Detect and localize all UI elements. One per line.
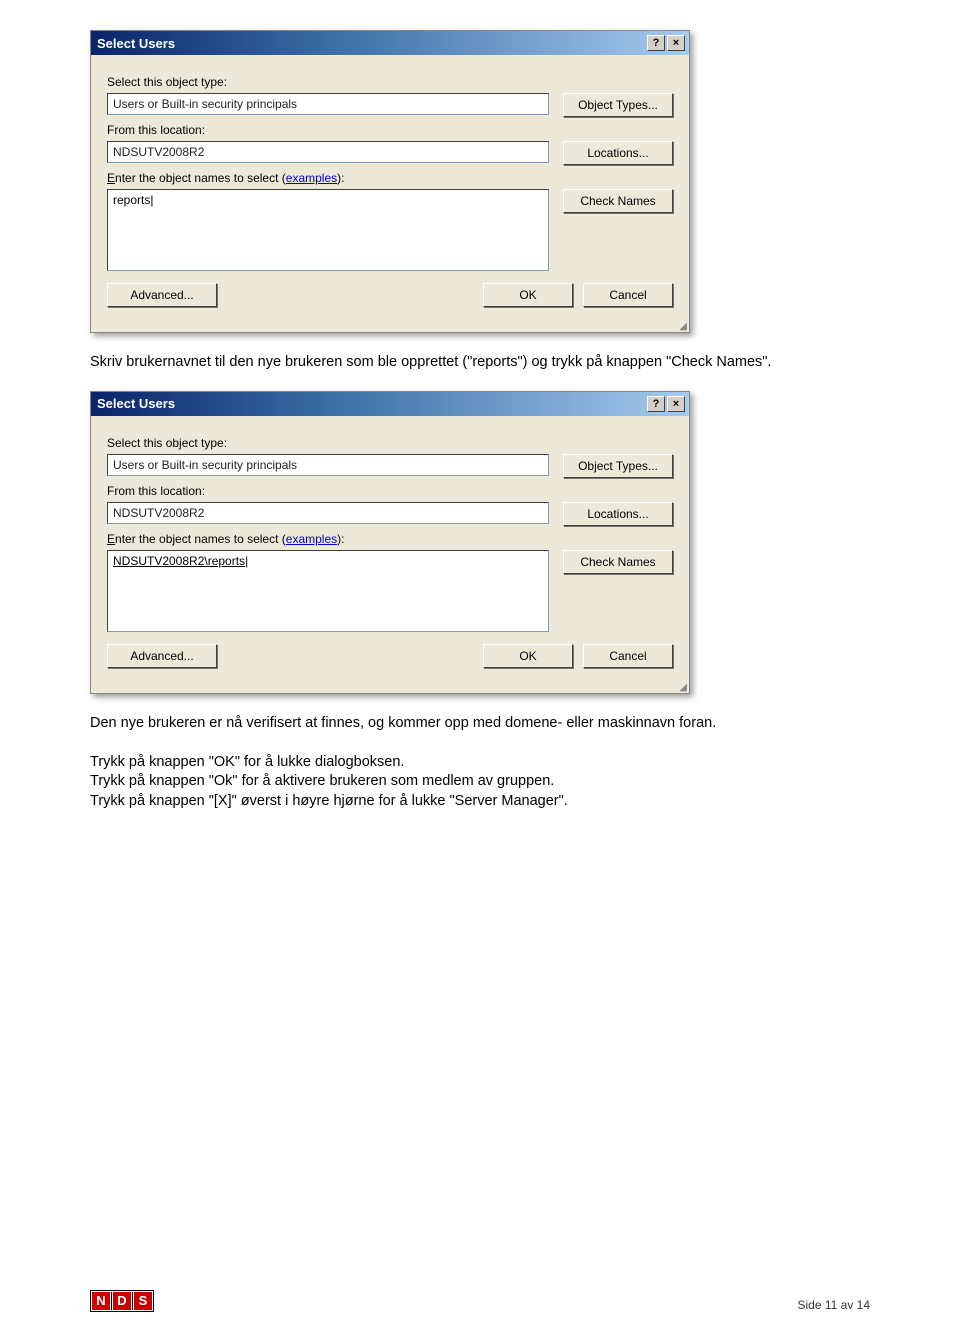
object-names-label: Enter the object names to select (exampl… (107, 532, 673, 546)
dialog-title: Select Users (97, 36, 175, 51)
instruction-text-2: Den nye brukeren er nå verifisert at fin… (90, 714, 870, 812)
object-types-button[interactable]: Object Types... (563, 454, 673, 478)
locations-button[interactable]: Locations... (563, 502, 673, 526)
dialog-title: Select Users (97, 396, 175, 411)
instruction-line: Trykk på knappen "Ok" for å aktivere bru… (90, 772, 870, 792)
examples-link[interactable]: examples (286, 532, 337, 546)
logo-letter-n: N (92, 1292, 110, 1310)
check-names-button[interactable]: Check Names (563, 550, 673, 574)
logo-letter-s: S (134, 1292, 152, 1310)
object-type-field: Users or Built-in security principals (107, 454, 549, 476)
select-users-dialog-2: Select Users ? × Select this object type… (90, 391, 690, 694)
object-names-field[interactable]: NDSUTV2008R2\reports| (107, 550, 549, 632)
ok-button[interactable]: OK (483, 644, 573, 668)
titlebar: Select Users ? × (91, 31, 689, 55)
instruction-line: Trykk på knappen "OK" for å lukke dialog… (90, 753, 870, 773)
object-type-label: Select this object type: (107, 436, 673, 450)
close-button[interactable]: × (667, 35, 685, 51)
close-button[interactable]: × (667, 396, 685, 412)
check-names-button[interactable]: Check Names (563, 189, 673, 213)
advanced-button[interactable]: Advanced... (107, 283, 217, 307)
help-button[interactable]: ? (647, 35, 665, 51)
instruction-text-1: Skriv brukernavnet til den nye brukeren … (90, 353, 870, 373)
titlebar: Select Users ? × (91, 392, 689, 416)
locations-button[interactable]: Locations... (563, 141, 673, 165)
object-names-value: NDSUTV2008R2\reports (113, 554, 245, 568)
resize-grip-icon[interactable]: ◢ (91, 323, 689, 332)
page-number: Side 11 av 14 (798, 1298, 871, 1312)
object-types-button[interactable]: Object Types... (563, 93, 673, 117)
object-names-value: reports (113, 193, 150, 207)
resize-grip-icon[interactable]: ◢ (91, 684, 689, 693)
instruction-line: Trykk på knappen "[X]" øverst i høyre hj… (90, 792, 870, 812)
location-label: From this location: (107, 123, 673, 137)
location-field: NDSUTV2008R2 (107, 141, 549, 163)
object-type-label: Select this object type: (107, 75, 673, 89)
select-users-dialog-1: Select Users ? × Select this object type… (90, 30, 690, 333)
object-type-field: Users or Built-in security principals (107, 93, 549, 115)
instruction-line: Den nye brukeren er nå verifisert at fin… (90, 714, 870, 734)
advanced-button[interactable]: Advanced... (107, 644, 217, 668)
examples-link[interactable]: examples (286, 171, 337, 185)
object-names-field[interactable]: reports| (107, 189, 549, 271)
cancel-button[interactable]: Cancel (583, 283, 673, 307)
ok-button[interactable]: OK (483, 283, 573, 307)
location-label: From this location: (107, 484, 673, 498)
cancel-button[interactable]: Cancel (583, 644, 673, 668)
object-names-label: EEnter the object names to select (nter … (107, 171, 673, 185)
location-field: NDSUTV2008R2 (107, 502, 549, 524)
logo-letter-d: D (113, 1292, 131, 1310)
help-button[interactable]: ? (647, 396, 665, 412)
nds-logo: N D S (90, 1290, 154, 1312)
